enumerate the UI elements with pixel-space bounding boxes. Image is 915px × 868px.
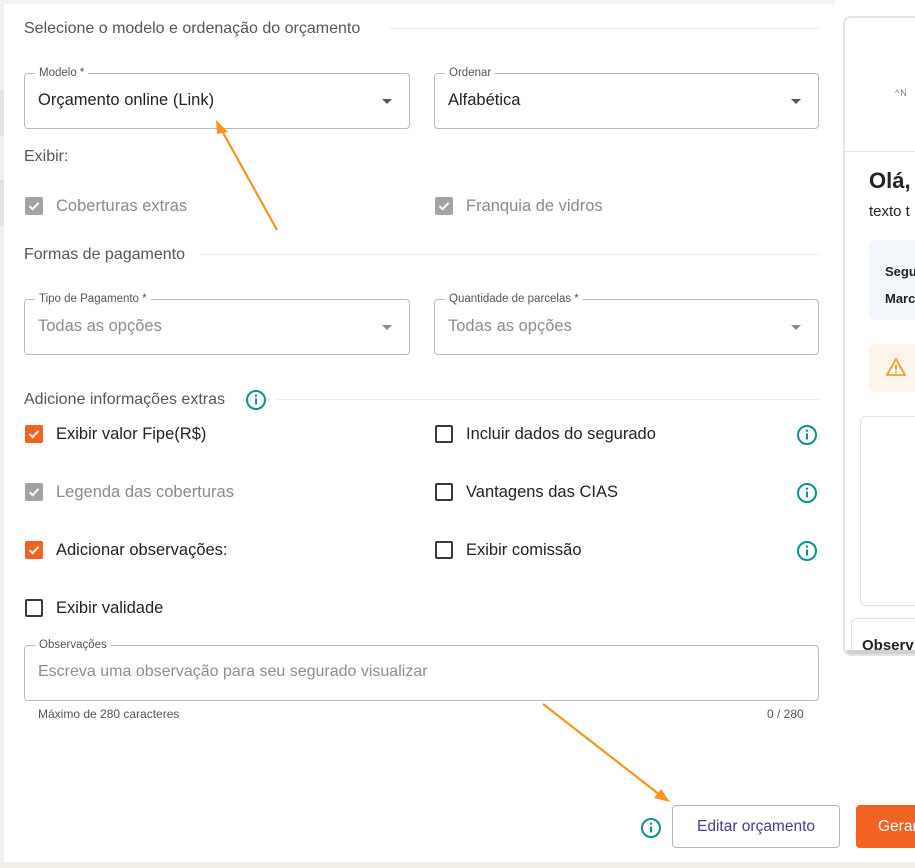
section-divider [390, 28, 819, 29]
info-circle-icon[interactable] [796, 482, 818, 504]
checkbox-vantagens-cias[interactable]: Vantagens das CIAS [435, 481, 618, 503]
preview-subtitle: texto t [869, 203, 910, 220]
info-circle-icon[interactable] [796, 424, 818, 446]
company-logo: ^N [895, 88, 908, 98]
preview-greeting: Olá, [869, 168, 911, 193]
caret-down-icon [791, 325, 801, 330]
section-divider [276, 399, 819, 400]
preview-info-card: Segu Marc [869, 240, 915, 320]
parcelas-label: Quantidade de parcelas * [445, 292, 583, 306]
checkbox-box [435, 483, 453, 501]
ordenar-label: Ordenar [445, 66, 496, 80]
observacoes-char-counter: 0 / 280 [767, 707, 804, 721]
observacoes-label: Observações [35, 638, 111, 652]
preview-logo-area: ^N [845, 18, 915, 152]
checkbox-label: Incluir dados do segurado [466, 424, 656, 443]
checkmark-icon [435, 197, 453, 215]
checkbox-exibir-valor-fipe[interactable]: Exibir valor Fipe(R$) [25, 423, 206, 445]
info-circle-icon[interactable] [640, 817, 662, 839]
tipo-pagamento-placeholder: Todas as opções [38, 317, 162, 335]
preview-info-line: Marc [885, 291, 915, 306]
modelo-label: Modelo * [35, 66, 89, 80]
bottom-edge [0, 862, 915, 868]
observacoes-helper-text: Máximo de 280 caracteres [38, 707, 180, 721]
parcelas-placeholder: Todas as opções [448, 317, 572, 335]
checkbox-box [25, 599, 43, 617]
checkmark-icon [25, 541, 43, 559]
observacoes-placeholder: Escreva uma observação para seu segurado… [38, 663, 428, 680]
checkbox-adicionar-observacoes[interactable]: Adicionar observações: [25, 539, 228, 561]
checkbox-coberturas-extras[interactable]: Coberturas extras [25, 195, 187, 217]
checkbox-label: Legenda das coberturas [56, 482, 234, 501]
left-edge-mark [0, 90, 4, 136]
ordenar-value: Alfabética [448, 91, 521, 109]
quote-settings-page: Selecione o modelo e ordenação do orçame… [0, 0, 915, 868]
checkmark-icon [25, 425, 43, 443]
checkbox-label: Exibir validade [56, 598, 164, 617]
annotation-arrow-modelo [216, 120, 278, 231]
checkbox-exibir-validade[interactable]: Exibir validade [25, 597, 163, 619]
observacoes-textarea[interactable]: Observações Escreva uma observação para … [24, 638, 819, 701]
checkbox-exibir-comissao[interactable]: Exibir comissão [435, 539, 582, 561]
checkbox-label: Coberturas extras [56, 196, 188, 215]
annotation-arrow-edit-button [542, 703, 670, 802]
caret-down-icon [382, 99, 392, 104]
exibir-label: Exibir: [24, 148, 69, 165]
info-circle-icon[interactable] [796, 540, 818, 562]
tipo-pagamento-label: Tipo de Pagamento * [35, 292, 151, 306]
section-title-payment: Formas de pagamento [24, 246, 185, 263]
checkmark-icon [25, 483, 43, 501]
quote-preview-panel: ^N Olá, texto t Segu Marc Observ [843, 16, 915, 656]
ordenar-select[interactable]: Ordenar Alfabética [434, 66, 819, 129]
left-edge-mark [0, 180, 4, 226]
checkbox-legenda-coberturas[interactable]: Legenda das coberturas [25, 481, 234, 503]
edit-quote-button[interactable]: Editar orçamento [672, 805, 840, 848]
preview-info-line: Segu [885, 264, 915, 279]
checkbox-box [435, 425, 453, 443]
top-edge [0, 0, 835, 4]
preview-scrollbar[interactable] [845, 650, 915, 654]
checkbox-franquia-vidros[interactable]: Franquia de vidros [435, 195, 603, 217]
checkbox-box [435, 541, 453, 559]
warning-triangle-icon [886, 358, 906, 376]
checkbox-label: Exibir comissão [466, 540, 582, 559]
section-title-extras: Adicione informações extras [24, 391, 225, 408]
preview-warning-card [869, 344, 915, 392]
checkbox-label: Vantagens das CIAS [466, 482, 618, 501]
preview-blank-card [860, 416, 915, 606]
checkbox-label: Franquia de vidros [466, 196, 603, 215]
modelo-select[interactable]: Modelo * Orçamento online (Link) [24, 66, 410, 129]
tipo-pagamento-select[interactable]: Tipo de Pagamento * Todas as opções [24, 292, 410, 355]
checkmark-icon [25, 197, 43, 215]
section-title-model-order: Selecione o modelo e ordenação do orçame… [24, 20, 361, 37]
checkbox-incluir-dados-segurado[interactable]: Incluir dados do segurado [435, 423, 656, 445]
generate-button[interactable]: Gerar [856, 805, 915, 848]
parcelas-select[interactable]: Quantidade de parcelas * Todas as opções [434, 292, 819, 355]
info-circle-icon[interactable] [245, 389, 267, 411]
checkbox-label: Adicionar observações: [56, 540, 228, 559]
modelo-value: Orçamento online (Link) [38, 91, 215, 109]
caret-down-icon [791, 99, 801, 104]
checkbox-label: Exibir valor Fipe(R$) [56, 424, 207, 443]
section-divider [200, 254, 819, 255]
caret-down-icon [382, 325, 392, 330]
left-edge [0, 0, 4, 868]
